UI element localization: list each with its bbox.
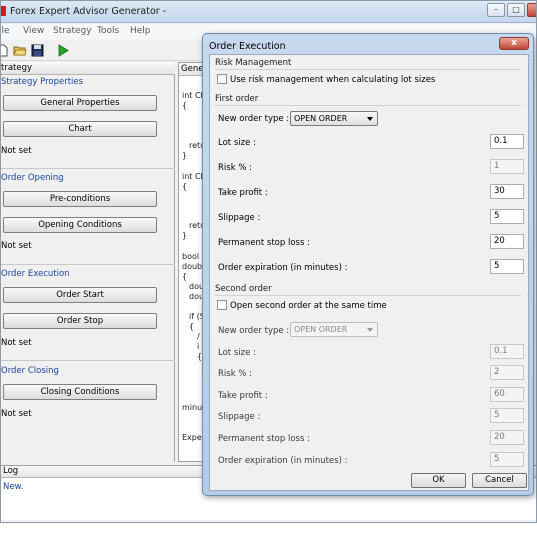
code-line: } — [182, 151, 188, 160]
code-line: } — [182, 231, 188, 240]
title-bar: Forex Expert Advisor Generator - – □ — [1, 1, 536, 23]
first-expiration-input[interactable]: 5 — [490, 259, 524, 274]
risk-management-group-title: Risk Management — [215, 58, 292, 68]
open-second-order-label: Open second order at the same time — [230, 301, 387, 311]
second-order-group-title: Second order — [215, 284, 272, 294]
pre-conditions-button[interactable]: Pre-conditions — [3, 191, 157, 207]
first-slippage-input[interactable]: 5 — [490, 209, 524, 224]
first-lot-size-label: Lot size : — [218, 138, 256, 148]
order-closing-status: Not set — [1, 409, 32, 419]
menu-strategy[interactable]: Strategy — [53, 26, 92, 36]
log-message: New. — [3, 482, 24, 492]
code-line: { — [182, 101, 188, 110]
second-risk-input[interactable]: 2 — [490, 365, 524, 380]
window-title: Forex Expert Advisor Generator - — [10, 6, 167, 17]
second-expiration-input[interactable]: 5 — [490, 452, 524, 467]
code-line: / — [197, 332, 200, 341]
code-line: i — [197, 342, 200, 351]
group-divider — [215, 105, 521, 106]
first-lot-size-input[interactable]: 0.1 — [490, 134, 524, 149]
run-icon[interactable] — [56, 44, 70, 57]
use-risk-management-label: Use risk management when calculating lot… — [230, 75, 436, 85]
second-take-profit-label: Take profit : — [218, 391, 268, 401]
menu-file[interactable]: ile — [1, 26, 10, 36]
order-execution-status: Not set — [1, 338, 32, 348]
first-take-profit-input[interactable]: 30 — [490, 184, 524, 199]
section-order-execution: Order Execution — [1, 269, 70, 279]
first-risk-input[interactable]: 1 — [490, 159, 524, 174]
second-lot-size-label: Lot size : — [218, 348, 256, 358]
code-line: { — [182, 182, 188, 191]
close-button[interactable] — [527, 3, 536, 17]
closing-conditions-button[interactable]: Closing Conditions — [3, 384, 157, 400]
order-start-button[interactable]: Order Start — [3, 287, 157, 303]
second-order-type-label: New order type : — [218, 326, 290, 336]
first-risk-label: Risk % : — [218, 163, 252, 173]
second-slippage-input[interactable]: 5 — [490, 408, 524, 423]
dialog-title: Order Execution — [209, 41, 286, 52]
new-file-icon[interactable] — [0, 44, 9, 57]
first-order-type-value: OPEN ORDER — [294, 114, 348, 123]
use-risk-management-checkbox[interactable] — [217, 74, 227, 84]
first-stop-loss-label: Permanent stop loss : — [218, 238, 310, 248]
menu-tools[interactable]: Tools — [97, 26, 119, 36]
dialog-close-button[interactable]: x — [499, 37, 529, 50]
second-stop-loss-input[interactable]: 20 — [490, 430, 524, 445]
code-line: { — [189, 322, 195, 331]
section-divider — [1, 360, 175, 361]
section-divider — [1, 168, 175, 169]
open-second-order-checkbox[interactable] — [217, 300, 227, 310]
first-take-profit-label: Take profit : — [218, 188, 268, 198]
second-lot-size-input[interactable]: 0.1 — [490, 344, 524, 359]
ok-button[interactable]: OK — [411, 473, 466, 488]
cancel-button[interactable]: Cancel — [472, 473, 527, 488]
order-execution-dialog: Order Execution x Risk Management Use ri… — [202, 33, 534, 496]
section-divider — [1, 264, 175, 265]
menu-help[interactable]: Help — [130, 26, 151, 36]
second-stop-loss-label: Permanent stop loss : — [218, 434, 310, 444]
opening-conditions-button[interactable]: Opening Conditions — [3, 217, 157, 233]
second-slippage-label: Slippage : — [218, 412, 261, 422]
maximize-button[interactable]: □ — [507, 3, 525, 17]
dialog-body: Risk Management Use risk management when… — [209, 54, 529, 491]
open-folder-icon[interactable] — [13, 44, 27, 57]
second-order-type-select[interactable]: OPEN ORDER — [290, 322, 378, 337]
first-order-type-select[interactable]: OPEN ORDER — [290, 111, 378, 126]
second-expiration-label: Order expiration (in minutes) : — [218, 456, 348, 466]
order-opening-status: Not set — [1, 241, 32, 251]
chevron-down-icon — [367, 328, 373, 332]
section-strategy-properties: Strategy Properties — [1, 77, 84, 87]
second-take-profit-input[interactable]: 60 — [490, 387, 524, 402]
first-expiration-label: Order expiration (in minutes) : — [218, 263, 348, 273]
first-slippage-label: Slippage : — [218, 213, 261, 223]
second-risk-label: Risk % : — [218, 369, 252, 379]
group-divider — [215, 69, 521, 70]
chart-button[interactable]: Chart — [3, 121, 157, 137]
minimize-button[interactable]: – — [487, 3, 505, 17]
first-order-group-title: First order — [215, 94, 259, 104]
first-order-type-label: New order type : — [218, 114, 290, 124]
strategy-properties-status: Not set — [1, 146, 32, 156]
code-line: { — [182, 272, 188, 281]
section-order-opening: Order Opening — [1, 173, 64, 183]
first-stop-loss-input[interactable]: 20 — [490, 234, 524, 249]
menu-view[interactable]: View — [23, 26, 44, 36]
order-stop-button[interactable]: Order Stop — [3, 313, 157, 329]
general-properties-button[interactable]: General Properties — [3, 95, 157, 111]
group-divider — [215, 295, 521, 296]
strategy-panel: trategy Strategy Properties General Prop… — [1, 62, 175, 462]
save-icon[interactable] — [31, 44, 45, 57]
app-icon — [1, 6, 6, 16]
strategy-panel-header: trategy — [1, 62, 175, 75]
second-order-type-value: OPEN ORDER — [294, 325, 348, 334]
chevron-down-icon — [367, 117, 373, 121]
section-order-closing: Order Closing — [1, 366, 59, 376]
